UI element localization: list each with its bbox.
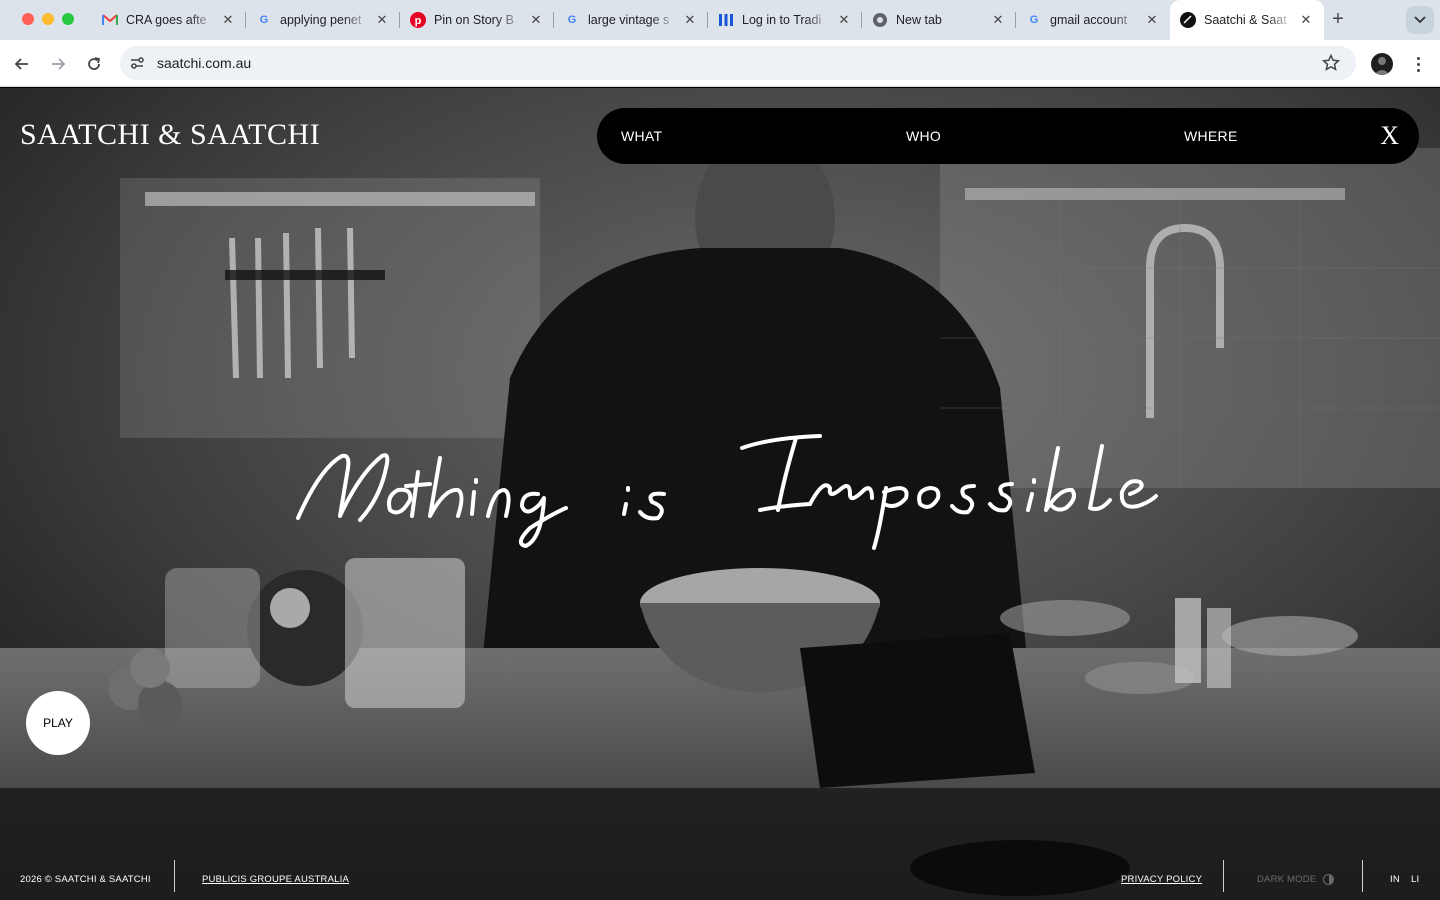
address-bar[interactable]: saatchi.com.au: [120, 46, 1356, 80]
bookmark-star-icon[interactable]: [1322, 54, 1340, 72]
back-button[interactable]: [10, 52, 34, 76]
url-text[interactable]: saatchi.com.au: [157, 55, 251, 71]
web-page: SAATCHI & SAATCHI WHAT WHO WHERE X PLAY …: [0, 88, 1440, 900]
close-tab-icon[interactable]: ✕: [1144, 12, 1160, 28]
arrow-left-icon: [14, 58, 28, 70]
browser-tab[interactable]: p Pin on Story B ✕: [400, 0, 554, 40]
close-tab-icon[interactable]: ✕: [682, 12, 698, 28]
page-footer: 2026 © SAATCHI & SAATCHI PUBLICIS GROUPE…: [0, 852, 1440, 900]
nav-what-link[interactable]: WHAT: [621, 128, 662, 144]
tab-title: Pin on Story B: [434, 13, 514, 27]
minimize-window-button[interactable]: [42, 13, 54, 25]
close-tab-icon[interactable]: ✕: [1298, 12, 1314, 28]
reload-icon: [88, 57, 101, 70]
browser-tab-active[interactable]: Saatchi & Saat ✕: [1170, 0, 1324, 40]
close-menu-button[interactable]: X: [1380, 121, 1399, 151]
profile-avatar[interactable]: [1371, 53, 1393, 75]
google-icon: G: [1029, 14, 1039, 26]
site-settings-icon[interactable]: [129, 55, 145, 71]
tab-title: large vintage s: [588, 13, 670, 27]
copyright-text: 2026 © SAATCHI & SAATCHI: [20, 874, 151, 885]
dark-mode-toggle-icon[interactable]: [1323, 874, 1334, 885]
reload-button[interactable]: [82, 52, 106, 76]
chrome-icon: [872, 12, 888, 28]
google-icon: G: [259, 14, 269, 26]
arrow-right-icon: [52, 58, 66, 70]
browser-tab-bar: CRA goes afte ✕ G applying penet ✕ p Pin…: [0, 0, 1440, 40]
browser-tab[interactable]: G gmail account ✕: [1016, 0, 1170, 40]
privacy-policy-link[interactable]: PRIVACY POLICY: [1121, 874, 1202, 885]
dark-mode-label: DARK MODE: [1257, 874, 1317, 885]
nav-who-link[interactable]: WHO: [906, 128, 941, 144]
publicis-groupe-link[interactable]: PUBLICIS GROUPE AUSTRALIA: [202, 874, 349, 885]
window-controls: [22, 13, 74, 25]
tab-title: gmail account: [1050, 13, 1128, 27]
browser-tab[interactable]: New tab ✕: [862, 0, 1016, 40]
tab-title: CRA goes afte: [126, 13, 207, 27]
tab-title: New tab: [896, 13, 942, 27]
saatchi-logo[interactable]: SAATCHI & SAATCHI: [20, 118, 320, 152]
footer-divider: [1362, 860, 1363, 892]
chevron-down-icon: [1414, 16, 1426, 24]
main-nav-menu: WHAT WHO WHERE X: [597, 108, 1419, 164]
tab-search-button[interactable]: [1406, 6, 1434, 34]
browser-tab[interactable]: Log in to Tradi ✕: [708, 0, 862, 40]
browser-toolbar: saatchi.com.au: [0, 40, 1440, 87]
pinterest-icon: p: [410, 12, 426, 28]
close-tab-icon[interactable]: ✕: [836, 12, 852, 28]
saatchi-icon: [1180, 12, 1196, 28]
linkedin-link[interactable]: LI: [1411, 874, 1419, 885]
browser-tab[interactable]: G large vintage s ✕: [554, 0, 708, 40]
tagline-handwritten: [296, 434, 1158, 550]
tab-strip: CRA goes afte ✕ G applying penet ✕ p Pin…: [92, 0, 1324, 40]
svg-text:p: p: [415, 15, 422, 27]
tab-title: applying penet: [280, 13, 362, 27]
footer-divider: [1223, 860, 1224, 892]
tab-title: Log in to Tradi: [742, 13, 822, 27]
close-window-button[interactable]: [22, 13, 34, 25]
footer-divider: [174, 860, 175, 892]
browser-tab[interactable]: G applying penet ✕: [246, 0, 400, 40]
nav-where-link[interactable]: WHERE: [1184, 128, 1238, 144]
close-tab-icon[interactable]: ✕: [220, 12, 236, 28]
zoom-window-button[interactable]: [62, 13, 74, 25]
new-tab-button[interactable]: +: [1328, 9, 1348, 30]
tab-title: Saatchi & Saat: [1204, 13, 1287, 27]
instagram-link[interactable]: IN: [1390, 874, 1400, 885]
google-icon: G: [567, 14, 577, 26]
browser-menu-button[interactable]: [1410, 53, 1426, 75]
browser-tab[interactable]: CRA goes afte ✕: [92, 0, 246, 40]
close-tab-icon[interactable]: ✕: [990, 12, 1006, 28]
close-tab-icon[interactable]: ✕: [374, 12, 390, 28]
trading-icon: [718, 12, 734, 28]
close-tab-icon[interactable]: ✕: [528, 12, 544, 28]
play-button[interactable]: PLAY: [26, 691, 90, 755]
gmail-icon: [102, 12, 118, 28]
forward-button[interactable]: [46, 52, 70, 76]
